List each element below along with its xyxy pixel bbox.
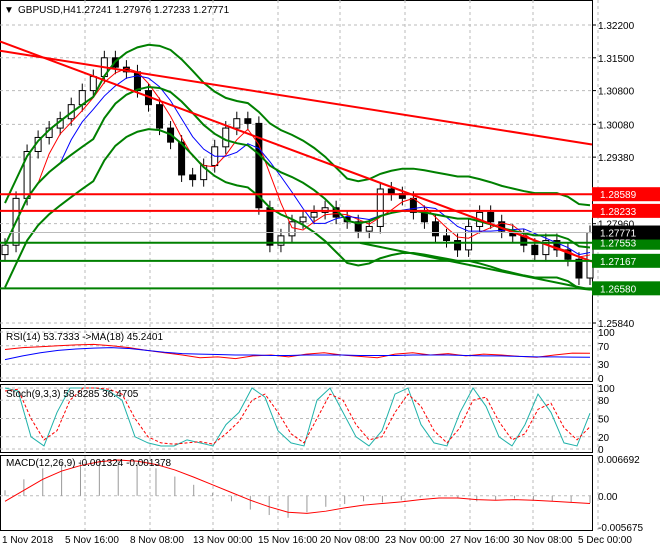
candle [189, 174, 197, 181]
panel-frame [0, 0, 593, 329]
candle [487, 211, 495, 223]
rsi-ma-line [4, 347, 591, 361]
candle [443, 235, 451, 242]
candle [244, 118, 252, 124]
stoch-tick-label: 20 [598, 433, 610, 444]
candle [431, 221, 439, 237]
candle [222, 127, 230, 148]
time-label: 20 Nov 08:00 [320, 535, 380, 546]
candle [575, 258, 583, 279]
low-value: 1.27233 [154, 5, 191, 16]
time-label: 1 Nov 2018 [2, 535, 54, 546]
level-label: 1.28233 [600, 207, 637, 218]
candle [310, 211, 318, 218]
level-label: 1.27167 [600, 257, 637, 268]
candle [1, 244, 9, 256]
price-tick-label: 1.30080 [598, 120, 635, 131]
level-label: 1.28589 [600, 190, 637, 201]
candle [387, 188, 395, 195]
dropdown-triangle-icon[interactable]: ▼ [4, 5, 14, 16]
candle [531, 244, 539, 256]
candle [266, 207, 274, 246]
macd-tick-label: -0.005675 [598, 523, 643, 534]
candle [365, 225, 373, 232]
time-label: 8 Nov 08:00 [130, 535, 184, 546]
high-value: 1.27976 [115, 5, 152, 16]
price-tick-label: 1.32200 [598, 21, 635, 32]
chart-window[interactable]: 1.28589 1.28233 1.27553 1.27167 1.26580 1.277… [0, 0, 660, 550]
price-tick-label: 1.25840 [598, 319, 635, 330]
stoch-tick-label: 50 [598, 415, 610, 426]
time-label: 15 Nov 16:00 [258, 535, 318, 546]
time-label: 5 Dec 00:00 [578, 535, 632, 546]
stoch-label: Stoch(9,3,3) 58.8285 36.4705 [6, 389, 139, 400]
rsi-tick-label: 70 [598, 342, 610, 353]
candle [299, 216, 307, 223]
macd-label: MACD(12,26,9) -0.001324 -0.001378 [6, 458, 172, 469]
bb-lower [4, 128, 591, 291]
price-tick-label: 1.30800 [598, 87, 635, 98]
time-label: 27 Nov 16:00 [450, 535, 510, 546]
candle [156, 104, 164, 129]
open-value: 1.27241 [76, 5, 113, 16]
candle [89, 76, 97, 92]
macd-tick-label: 0.006692 [598, 455, 640, 466]
stoch-tick-label: 80 [598, 396, 610, 407]
price-tick-label: 1.29380 [598, 153, 635, 164]
close-value: 1.27771 [193, 5, 230, 16]
trend-line-long [0, 49, 593, 146]
rsi-tick-label: 30 [598, 360, 610, 371]
stoch-tick-label: 100 [598, 384, 615, 395]
level-label: 1.26580 [600, 284, 637, 295]
price-tick-label: 1.27960 [598, 220, 635, 231]
time-label: 13 Nov 00:00 [193, 535, 253, 546]
time-label: 30 Nov 08:00 [513, 535, 573, 546]
level-label: 1.27553 [600, 239, 637, 250]
chart-canvas[interactable]: 1.28589 1.28233 1.27553 1.27167 1.26580 1.277… [0, 0, 660, 550]
symbol-label: GBPUSD,H4 [18, 5, 76, 16]
price-tick-label: 1.31500 [598, 54, 635, 65]
rsi-line [4, 343, 591, 360]
macd-tick-label: 0.00 [598, 492, 618, 503]
time-label: 5 Nov 16:00 [65, 535, 119, 546]
rsi-label: RSI(14) 53.7333 ->MA(18) 45.2401 [6, 332, 163, 343]
candle [277, 235, 285, 246]
time-label: 23 Nov 00:00 [385, 535, 445, 546]
candle [233, 118, 241, 129]
